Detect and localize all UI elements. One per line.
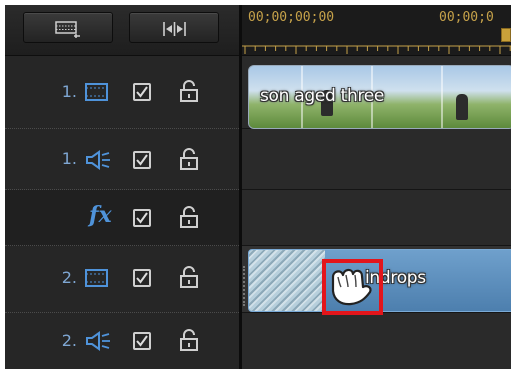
checkmark-icon — [136, 154, 148, 166]
track-number: 2. — [61, 331, 77, 350]
track-header-toolbar — [5, 5, 239, 56]
unlock-icon[interactable] — [180, 206, 198, 228]
clip-thumbnail — [249, 250, 325, 311]
playhead-marker[interactable] — [501, 28, 511, 42]
audio-track-icon — [86, 331, 110, 351]
track-enable-checkbox[interactable] — [133, 209, 151, 227]
fit-timeline-icon — [163, 22, 186, 36]
track-header-audio-1: 1. — [5, 129, 239, 190]
unlock-icon[interactable] — [180, 148, 198, 170]
track-header-video-2: 2. — [5, 246, 239, 313]
video-track-icon — [85, 83, 108, 101]
track-header-audio-2: 2. — [5, 313, 239, 369]
timecode-start: 00;00;00;00 — [248, 10, 335, 25]
fx-track-label: fx — [89, 202, 112, 228]
timecode-next: 00;00;0 — [439, 10, 494, 25]
insert-track-icon — [55, 21, 80, 38]
video-editor-timeline: 00;00;00;00 00;00;0 1. 1. fx 2. 2. son a… — [5, 5, 511, 369]
checkmark-icon — [136, 335, 148, 347]
track-header-video-1: 1. — [5, 56, 239, 129]
frame-separator — [441, 66, 443, 128]
video-clip-son-aged-three[interactable]: son aged three — [248, 65, 511, 129]
track-number: 1. — [61, 82, 77, 101]
lane-audio-1[interactable] — [242, 129, 511, 190]
track-enable-checkbox[interactable] — [133, 332, 151, 350]
unlock-icon[interactable] — [180, 80, 198, 102]
grab-hand-cursor-icon — [331, 268, 372, 306]
video-track-icon — [85, 269, 108, 287]
timeline-ruler[interactable]: 00;00;00;00 00;00;0 — [242, 5, 511, 56]
track-enable-checkbox[interactable] — [133, 151, 151, 169]
fit-timeline-button[interactable] — [129, 12, 219, 43]
timeline-lanes: son aged three indrops — [242, 56, 511, 369]
track-enable-checkbox[interactable] — [133, 83, 151, 101]
lane-effect[interactable] — [242, 190, 511, 246]
checkmark-icon — [136, 86, 148, 98]
track-header-effect: fx — [5, 190, 239, 246]
track-enable-checkbox[interactable] — [133, 269, 151, 287]
ruler-ticks — [242, 45, 511, 54]
audio-track-icon — [86, 150, 110, 170]
checkmark-icon — [136, 212, 148, 224]
track-number: 1. — [61, 149, 77, 168]
unlock-icon[interactable] — [180, 266, 198, 288]
track-number: 2. — [61, 268, 77, 287]
insert-track-button[interactable] — [23, 12, 113, 43]
thumbnail-figure — [456, 94, 468, 120]
clip-label: son aged three — [260, 86, 385, 106]
unlock-icon[interactable] — [180, 329, 198, 351]
lane-audio-2[interactable] — [242, 313, 511, 369]
checkmark-icon — [136, 272, 148, 284]
